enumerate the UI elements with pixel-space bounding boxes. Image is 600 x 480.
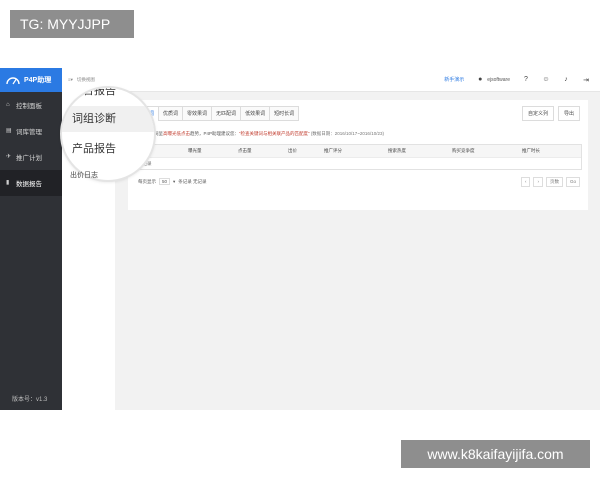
sidebar-item-dashboard[interactable]: ⌂ 控制面板 [0, 92, 62, 118]
book-icon: ▤ [6, 128, 12, 134]
sidebar-item-keywords[interactable]: ▤ 词库管理 [0, 118, 62, 144]
sidebar: P4P助理 ⌂ 控制面板 ▤ 词库管理 ✈ 推广计划 ▮ 数据报告 版本号：v1… [0, 68, 62, 410]
tab-no-match-words[interactable]: 无匹配词 [211, 106, 242, 121]
next-page-button[interactable]: › [533, 177, 543, 187]
sidebar-item-campaigns[interactable]: ✈ 推广计划 [0, 144, 62, 170]
hint-highlight-advice: “检查关键词与相关联产品的匹配度” [239, 131, 310, 136]
sidebar-item-label: 数据报告 [16, 181, 42, 188]
chevron-down-icon: ▾ [173, 178, 176, 184]
prev-page-button[interactable]: ‹ [520, 177, 531, 187]
bar-chart-icon: ▮ [6, 180, 10, 186]
custom-columns-button[interactable]: 自定义列 [521, 106, 554, 121]
user-icon: ● [478, 76, 483, 83]
suggestion-text: 以下关键词呈高曝光低点击趋势，P4P助理建议您：“检查关键词与相关联产品的匹配度… [136, 131, 384, 137]
hint-middle: 趋势，P4P助理建议您： [190, 131, 240, 136]
sidebar-item-label: 词库管理 [16, 129, 42, 136]
help-icon[interactable]: ? [522, 76, 530, 84]
sidebar-item-label: 推广计划 [16, 155, 42, 162]
tab-zero-effect-words[interactable]: 零效果词 [182, 106, 213, 121]
hint-highlight-trend: 高曝光低点击 [163, 131, 190, 136]
record-count: 条记录 无记录 [178, 178, 207, 184]
empty-row: 无记录 [135, 157, 581, 169]
column-header[interactable]: 搜索热度 [385, 148, 449, 154]
newbie-demo-link[interactable]: 新手演示 [444, 76, 464, 83]
page-size-prefix: 每页显示 [138, 178, 156, 184]
sidebar-item-label: 控制面板 [16, 103, 42, 110]
table-header: 关键词 曝光量 点击量 出价 推广评分 搜索热度 购买竞争度 推广时长 [135, 145, 581, 157]
sidebar-item-reports[interactable]: ▮ 数据报告 [0, 170, 62, 196]
column-header[interactable]: 推广评分 [321, 148, 385, 154]
column-header[interactable]: 推广时长 [519, 148, 579, 154]
message-icon[interactable]: ☺ [542, 76, 550, 84]
user-menu[interactable]: ● ejsoftware [476, 76, 510, 84]
pagination-info: 每页显示 50 ▾ 条记录 无记录 [138, 178, 207, 185]
home-icon: ⌂ [6, 102, 10, 108]
subnav-item-summary-report[interactable]: 综合报告 [72, 88, 116, 98]
column-header[interactable]: 购买竞争度 [449, 148, 519, 154]
export-button[interactable]: 导出 [557, 106, 580, 121]
report-card: 点击词 优质词 零效果词 无匹配词 低效果词 短时长词 自定义列 导出 以下关键… [128, 100, 588, 210]
column-header[interactable]: 出价 [285, 148, 321, 154]
magnifier-callout: 综合报告 词组诊断 产品报告 [62, 88, 154, 180]
plane-icon: ✈ [6, 154, 12, 160]
pagination-controls: ‹ › 页数 Go [520, 177, 580, 187]
page-number-input[interactable]: 页数 [545, 177, 563, 187]
gauge-icon [6, 76, 20, 84]
menu-toggle-icon[interactable]: ≡▾ [68, 77, 73, 83]
subnav-item-phrase-diagnosis[interactable]: 词组诊断 [62, 106, 154, 132]
page-size-select[interactable]: 50 [159, 178, 171, 185]
tg-tag-label: TG: MYYJJPP [10, 10, 134, 38]
subnav-item-product-report[interactable]: 产品报告 [72, 140, 116, 156]
top-bar: 新手演示 ● ejsoftware ? ☺ ♪ ⇥ [115, 68, 600, 92]
tab-low-effect-words[interactable]: 低效果词 [240, 106, 271, 121]
go-button[interactable]: Go [565, 177, 580, 187]
watermark-url: www.k8kaifayijifa.com [401, 440, 590, 468]
tab-quality-words[interactable]: 优质词 [158, 106, 184, 121]
tab-short-duration-words[interactable]: 短时长词 [269, 106, 300, 121]
logout-icon[interactable]: ⇥ [582, 76, 590, 84]
report-tabs: 点击词 优质词 零效果词 无匹配词 低效果词 短时长词 [134, 106, 300, 121]
brand-title: P4P助理 [24, 77, 52, 84]
brand-logo[interactable]: P4P助理 [0, 68, 62, 92]
column-header[interactable]: 曝光量 [185, 148, 235, 154]
column-header[interactable]: 点击量 [235, 148, 285, 154]
view-switch-label[interactable]: 切换视图 [77, 77, 95, 83]
subnav-item-bid-log[interactable]: 出价日志 [70, 170, 98, 180]
card-actions: 自定义列 导出 [521, 106, 580, 121]
username: ejsoftware [487, 76, 510, 83]
main-content: 点击词 优质词 零效果词 无匹配词 低效果词 短时长词 自定义列 导出 以下关键… [115, 92, 600, 410]
version-label: 版本号：v1.3 [12, 397, 48, 403]
data-date-range: (数据日期：2016/10/17~2016/10/23) [310, 131, 384, 136]
bell-icon[interactable]: ♪ [562, 76, 570, 84]
keywords-table: 关键词 曝光量 点击量 出价 推广评分 搜索热度 购买竞争度 推广时长 无记录 [134, 144, 582, 170]
